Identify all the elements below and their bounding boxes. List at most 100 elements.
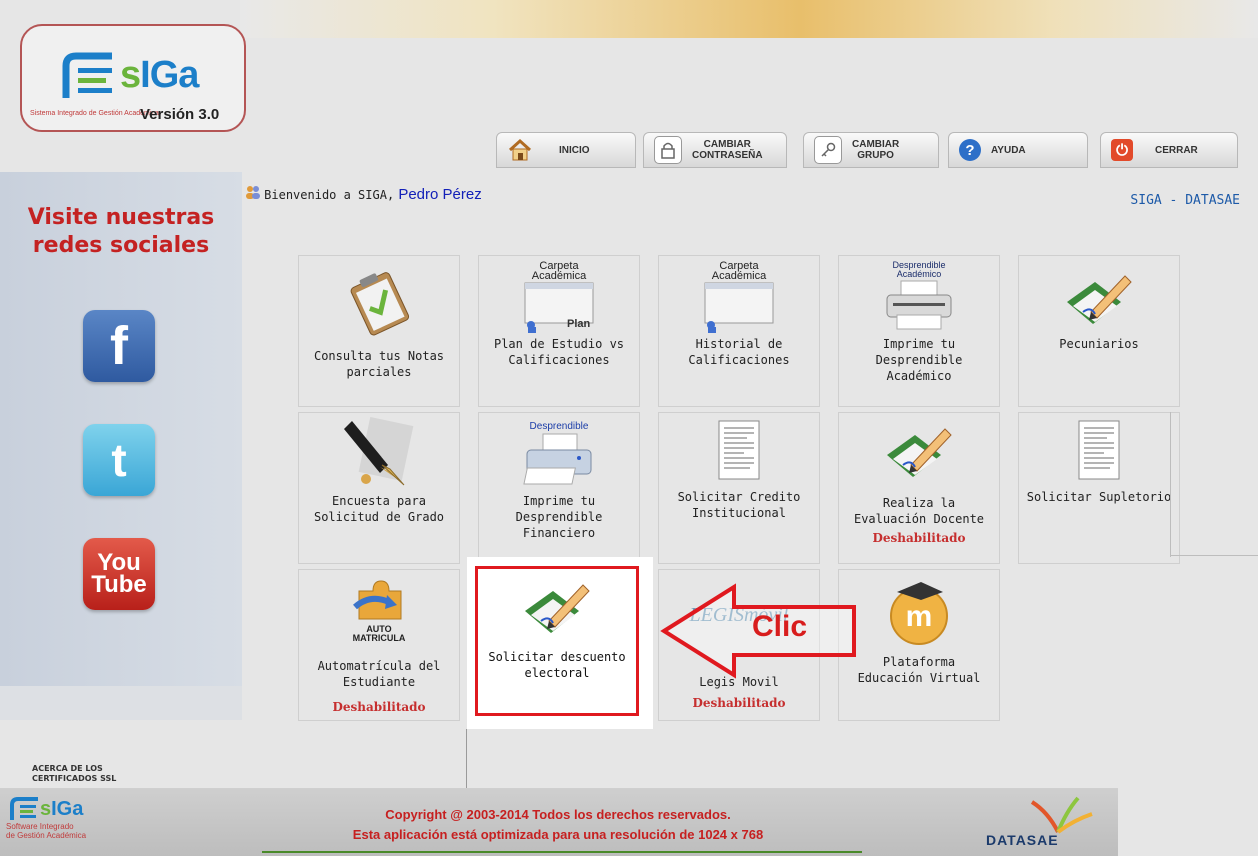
footer-logo-subtitle: Software Integrado de Gestión Académica [6, 822, 86, 840]
divider [1170, 555, 1258, 556]
financiero-caption: Desprendible [529, 420, 589, 432]
nav-cambiar-grupo-line1: CAMBIAR [852, 139, 900, 150]
datasae-logo-icon [1030, 796, 1093, 834]
plan-caption: Carpeta Académica [531, 261, 587, 282]
copyright-text: Copyright @ 2003-2014 Todos los derechos… [385, 807, 731, 822]
tile-descuento-electoral[interactable]: Solicitar descuento electoral [475, 566, 639, 716]
tile-desprendible-financiero-label: Imprime tu Desprendible Financiero [483, 493, 635, 541]
tile-pecuniarios[interactable]: Pecuniarios [1018, 255, 1180, 407]
tile-plan-estudio-label: Plan de Estudio vs Calificaciones [483, 336, 635, 368]
clipboard-check-icon [299, 268, 459, 342]
fountain-pen-icon [299, 417, 459, 491]
nav-cambiar-contrasena-button[interactable]: CAMBIAR CONTRASEÑA [643, 132, 787, 168]
document-icon [659, 419, 819, 493]
user-name: Pedro Pérez [398, 186, 482, 203]
tile-encuesta-grado[interactable]: Encuesta para Solicitud de Grado [298, 412, 460, 564]
tile-evaluacion-docente-label: Realiza la Evaluación Docente [843, 495, 995, 527]
tile-encuesta-grado-line2: Solicitud de Grado [313, 510, 445, 524]
tile-evaluacion-docente-line2: Evaluación Docente [853, 512, 985, 526]
moodle-icon: m [839, 578, 999, 652]
nav-cambiar-contrasena-line1: CAMBIAR [703, 139, 751, 150]
social-title-line2: redes sociales [32, 233, 210, 258]
siga-logo-mark-icon [62, 52, 112, 98]
document-icon [1019, 419, 1179, 493]
footer-logo-sub-line2: de Gestión Académica [6, 831, 87, 840]
academico-caption-line2: Académico [896, 269, 942, 279]
book-pencil-icon [478, 577, 636, 643]
tile-supletorio-label: Solicitar Supletorio [1026, 490, 1172, 504]
tile-credito-institucional-line2: Institucional [692, 506, 786, 520]
help-icon: ? [959, 139, 981, 161]
tile-supletorio[interactable]: Solicitar Supletorio [1018, 412, 1180, 564]
nav-cambiar-grupo-line2: GRUPO [857, 150, 894, 161]
tile-educacion-virtual[interactable]: m Plataforma Educación Virtual [838, 569, 1000, 721]
tile-educacion-virtual-line1: Plataforma [882, 655, 956, 669]
tile-encuesta-grado-line1: Encuesta para [332, 494, 426, 508]
carpeta-academica-plan-icon: Carpeta Académica Plan [479, 260, 639, 334]
social-title-line1: Visite nuestras [27, 205, 215, 230]
footer-underline [262, 851, 862, 853]
printer-academico-icon: Desprendible Académico [839, 260, 999, 334]
nav-inicio-label: INICIO [559, 144, 590, 156]
tile-educacion-virtual-label: Plataforma Educación Virtual [843, 654, 995, 686]
tile-historial-label: Historial de Calificaciones [663, 336, 815, 368]
tile-historial-line2: Calificaciones [688, 353, 790, 367]
footer-logo-text: sIGa [40, 797, 84, 820]
datasae-label: DATASAE [986, 832, 1059, 848]
youtube-text-bottom: Tube [91, 571, 147, 598]
tile-evaluacion-docente-line1: Realiza la [882, 496, 956, 510]
welcome-text: Bienvenido a SIGA, [264, 188, 395, 202]
sidebar-bottom [0, 686, 242, 720]
plan-caption-line2: Académica [531, 270, 587, 282]
footer-copyright: Copyright @ 2003-2014 Todos los derechos… [258, 805, 858, 845]
tile-desprendible-academico-line2: Desprendible [875, 353, 963, 367]
status-badge: Deshabilitado [332, 700, 426, 714]
tile-desprendible-academico[interactable]: Desprendible Académico Imprime tu Despre… [838, 255, 1000, 407]
tile-desprendible-financiero[interactable]: Desprendible Imprime tu Desprendible Fin… [478, 412, 640, 564]
tile-desprendible-financiero-line3: Financiero [522, 526, 596, 540]
book-pencil-icon [1019, 268, 1179, 342]
version-label: Versión 3.0 [140, 106, 220, 123]
divider [1170, 412, 1171, 557]
auto-caption-line2: MATRICULA [352, 633, 406, 643]
brand-label[interactable]: SIGA - DATASAE [1130, 193, 1240, 208]
tile-plan-estudio[interactable]: Carpeta Académica Plan Plan de Estudio v… [478, 255, 640, 407]
annotation-label: Clic [752, 610, 808, 643]
status-badge: Deshabilitado [692, 696, 786, 710]
nav-ayuda-button[interactable]: ? AYUDA [948, 132, 1088, 168]
power-icon: ⏻ [1111, 139, 1133, 161]
welcome-message: Bienvenido a SIGA, Pedro Pérez [244, 184, 482, 203]
tile-credito-institucional-line1: Solicitar Credito [677, 490, 801, 504]
ssl-line2: CERTIFICADOS SSL [32, 774, 117, 783]
tile-evaluacion-docente[interactable]: Realiza la Evaluación Docente Deshabilit… [838, 412, 1000, 564]
social-sidebar: Visite nuestras redes sociales f t You T… [0, 172, 242, 686]
tile-plan-estudio-line2: Calificaciones [508, 353, 610, 367]
nav-cambiar-contrasena-label: CAMBIAR CONTRASEÑA [692, 139, 763, 161]
carpeta-academica-historial-icon: Carpeta Académica [659, 260, 819, 334]
resolution-text: Esta aplicación está optimizada para una… [352, 827, 764, 842]
tile-credito-institucional[interactable]: Solicitar Credito Institucional [658, 412, 820, 564]
ssl-certificates-link[interactable]: ACERCA DE LOS CERTIFICADOS SSL [32, 764, 116, 784]
tile-desprendible-academico-line1: Imprime tu [882, 337, 956, 351]
tile-descuento-electoral-label: Solicitar descuento electoral [478, 649, 636, 681]
ssl-line1: ACERCA DE LOS [32, 764, 103, 773]
tile-historial-line1: Historial de [695, 337, 783, 351]
nav-cambiar-grupo-button[interactable]: CAMBIAR GRUPO [803, 132, 939, 168]
nav-inicio-button[interactable]: INICIO [496, 132, 636, 168]
tile-automatricula-line1: Automatrícula del [317, 659, 441, 673]
home-icon [507, 137, 533, 163]
nav-cambiar-contrasena-line2: CONTRASEÑA [692, 150, 763, 161]
lock-icon [654, 136, 682, 164]
facebook-icon[interactable]: f [83, 310, 155, 382]
tile-historial[interactable]: Carpeta Académica Historial de Calificac… [658, 255, 820, 407]
footer-siga-logo: sIGa Software Integrado de Gestión Acadé… [6, 796, 86, 840]
tile-desprendible-academico-line3: Académico [886, 369, 952, 383]
youtube-icon[interactable]: You Tube [83, 538, 155, 610]
nav-cerrar-button[interactable]: ⏻ CERRAR [1100, 132, 1238, 168]
twitter-icon[interactable]: t [83, 424, 155, 496]
tile-desprendible-financiero-line1: Imprime tu [522, 494, 596, 508]
tile-automatricula-label: Automatrícula del Estudiante [303, 658, 455, 690]
tile-automatricula[interactable]: AUTO MATRICULA Automatrícula del Estudia… [298, 569, 460, 721]
tile-consulta-notas[interactable]: Consulta tus Notas parciales [298, 255, 460, 407]
nav-ayuda-label: AYUDA [991, 144, 1026, 156]
